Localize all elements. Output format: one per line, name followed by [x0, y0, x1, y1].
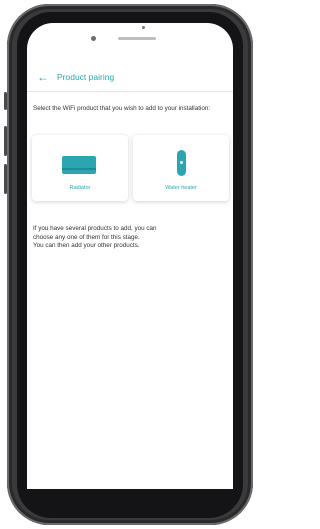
product-card-water-heater[interactable]: Water heater [133, 135, 229, 201]
phone-chin [27, 489, 233, 517]
proximity-sensor [142, 26, 145, 29]
info-text: If you have several products to add, you… [33, 225, 229, 251]
arrow-left-icon[interactable]: ← [37, 70, 49, 84]
earpiece-speaker [118, 37, 156, 40]
product-label-radiator: Radiator [69, 185, 91, 191]
radiator-icon [62, 156, 96, 174]
info-line: If you have several products to add, you… [33, 225, 157, 232]
nav-bar: ← Product pairing [27, 63, 233, 92]
info-line: choose any one of them for this stage. [33, 233, 140, 241]
info-line: You can then add your other products. [33, 242, 140, 250]
front-camera [91, 36, 96, 41]
product-card-radiator[interactable]: Radiator [32, 135, 128, 201]
water-heater-icon [177, 150, 186, 176]
page-title: Product pairing [57, 72, 115, 82]
phone-top-area [27, 23, 233, 63]
mute-switch [4, 92, 7, 110]
volume-down-button [4, 164, 7, 194]
product-label-water-heater: Water heater [165, 185, 197, 191]
volume-up-button [4, 126, 7, 156]
instruction-text: Select the WiFi product that you wish to… [33, 105, 211, 112]
app-screen: ← Product pairing Select the WiFi produc… [27, 63, 233, 489]
